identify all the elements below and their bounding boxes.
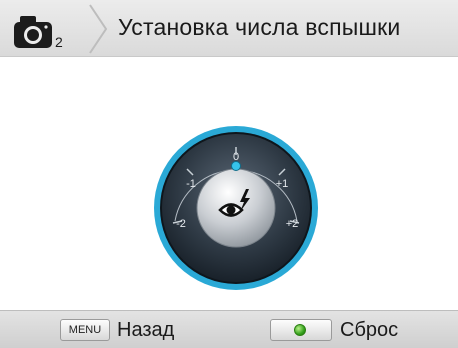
breadcrumb-separator bbox=[89, 4, 108, 54]
dial-indicator bbox=[231, 161, 241, 171]
page-title: Установка числа вспышки bbox=[118, 14, 401, 40]
dial-label-plus1: +1 bbox=[276, 178, 289, 190]
back-label[interactable]: Назад bbox=[117, 319, 174, 342]
dial-label-plus2: +2 bbox=[286, 218, 299, 230]
dial-label-minus1: -1 bbox=[186, 178, 196, 190]
menu-button[interactable]: MENU bbox=[60, 319, 110, 341]
camera-mode-number: 2 bbox=[55, 34, 63, 50]
camera-icon: 2 bbox=[14, 16, 63, 50]
dial-label-minus2: -2 bbox=[176, 218, 186, 230]
screen: 2 Установка числа вспышки -2 -1 0 +1 +2 … bbox=[0, 0, 458, 348]
flash-compensation-dial[interactable]: -2 -1 0 +1 +2 bbox=[151, 123, 321, 293]
reset-button[interactable] bbox=[270, 319, 332, 341]
footer-bar: MENU Назад Сброс bbox=[0, 310, 458, 348]
header-bar: 2 Установка числа вспышки bbox=[0, 0, 458, 57]
main-area: -2 -1 0 +1 +2 bbox=[0, 57, 458, 310]
reset-label[interactable]: Сброс bbox=[340, 319, 398, 342]
green-button-icon bbox=[294, 324, 306, 336]
